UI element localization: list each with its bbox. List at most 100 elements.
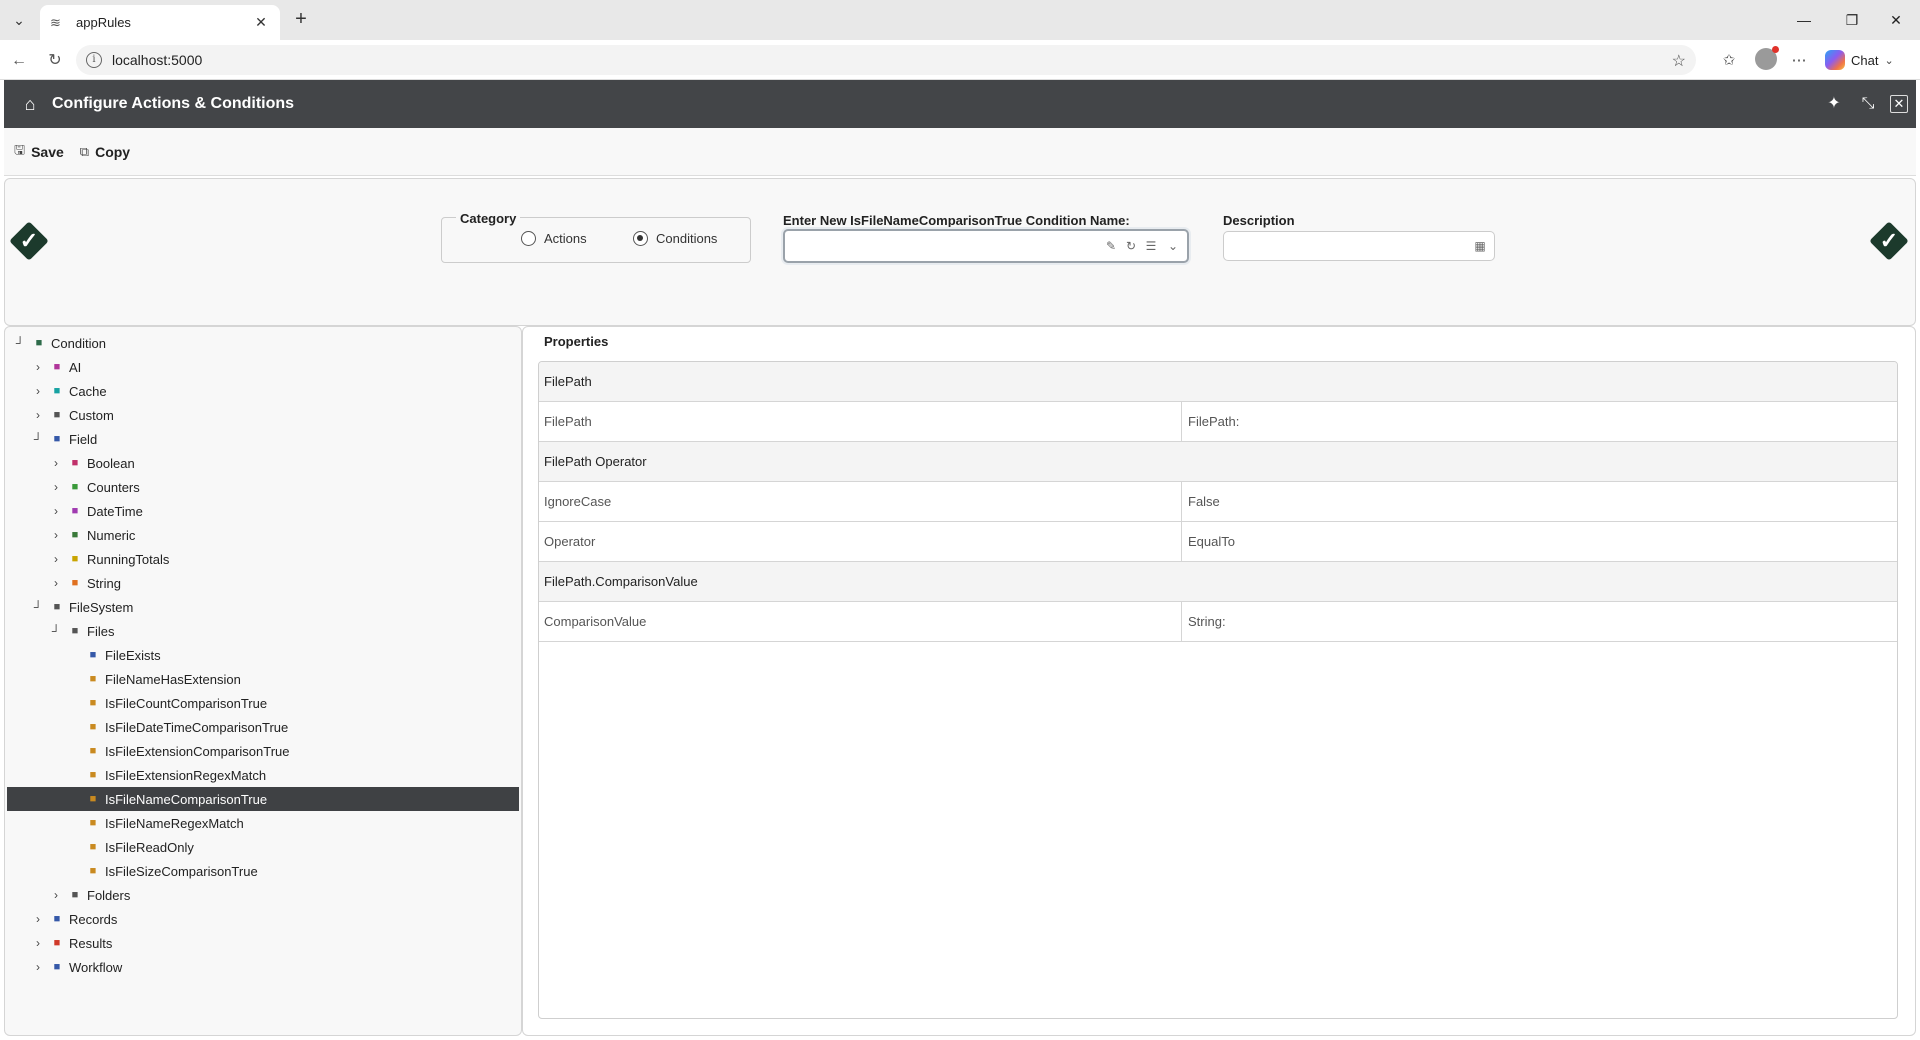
- tree-item[interactable]: ┘ ■ FileSystem: [7, 595, 519, 619]
- tree-item-label: FileNameHasExtension: [105, 671, 241, 687]
- collapse-icon[interactable]: ┘: [13, 336, 27, 350]
- save-button[interactable]: 🖫 Save: [14, 141, 64, 163]
- expand-chevron-icon[interactable]: ›: [31, 408, 45, 422]
- tree-item[interactable]: › ■ Custom: [7, 403, 519, 427]
- expand-chevron-icon[interactable]: ›: [31, 912, 45, 926]
- tree-item[interactable]: ■ IsFileCountComparisonTrue: [7, 691, 519, 715]
- tree-item[interactable]: ┘ ■ Field: [7, 427, 519, 451]
- collapse-icon[interactable]: ┘: [31, 432, 45, 446]
- grid-icon[interactable]: ▦: [1472, 237, 1488, 255]
- property-group-header: FilePath Operator: [539, 442, 1897, 482]
- file-icon: ■: [89, 697, 97, 709]
- expand-chevron-icon[interactable]: ›: [49, 576, 63, 590]
- minimize-icon[interactable]: —: [1784, 8, 1824, 32]
- save-label: Save: [31, 143, 64, 160]
- pin-icon[interactable]: ✦: [1822, 92, 1846, 116]
- expand-chevron-icon[interactable]: ›: [49, 456, 63, 470]
- more-menu-icon[interactable]: ⋯: [1788, 50, 1810, 72]
- code-icon: ■: [53, 409, 61, 421]
- tree-item[interactable]: ■ IsFileSizeComparisonTrue: [7, 859, 519, 883]
- browser-tab[interactable]: ≋ appRules ✕: [40, 5, 280, 40]
- tree-item-label: IsFileNameComparisonTrue: [105, 791, 268, 807]
- copy-button[interactable]: ⧉ Copy: [80, 144, 130, 160]
- cache-icon: ■: [53, 385, 61, 397]
- expand-chevron-icon[interactable]: ›: [49, 528, 63, 542]
- expand-chevron-icon[interactable]: ›: [49, 504, 63, 518]
- tree-item[interactable]: › ■ Numeric: [7, 523, 519, 547]
- tree-item[interactable]: ■ FileExists: [7, 643, 519, 667]
- tree-item[interactable]: › ■ Folders: [7, 883, 519, 907]
- new-tab-button[interactable]: +: [288, 8, 314, 32]
- restore-icon[interactable]: ❐: [1832, 8, 1872, 32]
- expand-chevron-icon[interactable]: ›: [31, 360, 45, 374]
- tree-item[interactable]: ■ IsFileNameRegexMatch: [7, 811, 519, 835]
- dropdown-chevron-icon[interactable]: ⌄: [1165, 237, 1181, 255]
- tree-item-label: IsFileNameRegexMatch: [105, 815, 244, 831]
- expand-chevron-icon[interactable]: ›: [31, 384, 45, 398]
- property-row[interactable]: ComparisonValue String:: [539, 602, 1897, 642]
- tree-item[interactable]: ■ IsFileExtensionComparisonTrue: [7, 739, 519, 763]
- file-icon: ■: [89, 769, 97, 781]
- tree-item[interactable]: ┘ ■ Files: [7, 619, 519, 643]
- validate-right-icon[interactable]: ✓: [1869, 221, 1909, 261]
- tab-list-button[interactable]: ⌄: [6, 8, 32, 32]
- tree-item-label: Field: [69, 431, 98, 447]
- radio-conditions-circle[interactable]: [633, 231, 648, 246]
- tree-item-label: DateTime: [87, 503, 143, 519]
- favorites-icon[interactable]: ✩: [1718, 50, 1740, 72]
- collapse-icon[interactable]: ┘: [49, 624, 63, 638]
- properties-legend: Properties: [542, 334, 611, 349]
- validate-left-icon[interactable]: ✓: [9, 221, 49, 261]
- tree-item[interactable]: › ■ Records: [7, 907, 519, 931]
- collapse-icon[interactable]: ┘: [31, 600, 45, 614]
- tree-item[interactable]: › ■ Boolean: [7, 451, 519, 475]
- tree-item[interactable]: ■ FileNameHasExtension: [7, 667, 519, 691]
- tree-item[interactable]: ┘ ■ Condition: [7, 331, 519, 355]
- expand-chevron-icon[interactable]: ›: [49, 888, 63, 902]
- window-close-icon[interactable]: ✕: [1876, 8, 1916, 32]
- property-value[interactable]: EqualTo: [1182, 534, 1897, 549]
- tree-item[interactable]: ■ IsFileExtensionRegexMatch: [7, 763, 519, 787]
- tree-item[interactable]: ■ IsFileDateTimeComparisonTrue: [7, 715, 519, 739]
- back-icon[interactable]: ←: [8, 50, 30, 72]
- radio-conditions[interactable]: Conditions: [633, 231, 717, 246]
- property-value[interactable]: False: [1182, 494, 1897, 509]
- pencil-icon[interactable]: ✎: [1103, 237, 1119, 255]
- close-tab-icon[interactable]: ✕: [252, 14, 270, 31]
- tree-item[interactable]: › ■ AI: [7, 355, 519, 379]
- reset-icon[interactable]: ↻: [1123, 237, 1139, 255]
- list-icon[interactable]: ☰: [1143, 237, 1159, 255]
- description-field[interactable]: ▦: [1223, 231, 1495, 261]
- expand-chevron-icon[interactable]: ›: [31, 936, 45, 950]
- close-panel-icon[interactable]: ✕: [1890, 95, 1908, 113]
- tree-item[interactable]: › ■ String: [7, 571, 519, 595]
- tree-item-label: Custom: [69, 407, 114, 423]
- radio-actions-circle[interactable]: [521, 231, 536, 246]
- property-row[interactable]: Operator EqualTo: [539, 522, 1897, 562]
- collapse-icon[interactable]: ⤡: [1856, 92, 1880, 116]
- property-row[interactable]: FilePath FilePath:: [539, 402, 1897, 442]
- property-value[interactable]: String:: [1182, 614, 1897, 629]
- site-info-icon[interactable]: i: [86, 52, 102, 68]
- tree-item[interactable]: ■ IsFileReadOnly: [7, 835, 519, 859]
- expand-chevron-icon[interactable]: ›: [31, 960, 45, 974]
- tree-item[interactable]: › ■ Workflow: [7, 955, 519, 979]
- profile-avatar[interactable]: [1755, 46, 1779, 70]
- copilot-chat-button[interactable]: Chat ⌄: [1825, 48, 1894, 72]
- condition-name-input[interactable]: [791, 236, 1091, 256]
- tree-item[interactable]: › ■ RunningTotals: [7, 547, 519, 571]
- tree-item[interactable]: › ■ DateTime: [7, 499, 519, 523]
- radio-actions[interactable]: Actions: [521, 231, 587, 246]
- tree-item[interactable]: › ■ Results: [7, 931, 519, 955]
- condition-name-field[interactable]: ✎ ↻ ☰ ⌄: [783, 229, 1189, 263]
- url-field[interactable]: i localhost:5000 ☆: [76, 45, 1696, 75]
- tree-item[interactable]: › ■ Counters: [7, 475, 519, 499]
- expand-chevron-icon[interactable]: ›: [49, 552, 63, 566]
- tree-item[interactable]: ■ IsFileNameComparisonTrue: [7, 787, 519, 811]
- tree-item[interactable]: › ■ Cache: [7, 379, 519, 403]
- reload-icon[interactable]: ↻: [44, 50, 66, 72]
- property-value[interactable]: FilePath:: [1182, 414, 1897, 429]
- expand-chevron-icon[interactable]: ›: [49, 480, 63, 494]
- favorite-star-icon[interactable]: ☆: [1672, 51, 1686, 71]
- property-row[interactable]: IgnoreCase False: [539, 482, 1897, 522]
